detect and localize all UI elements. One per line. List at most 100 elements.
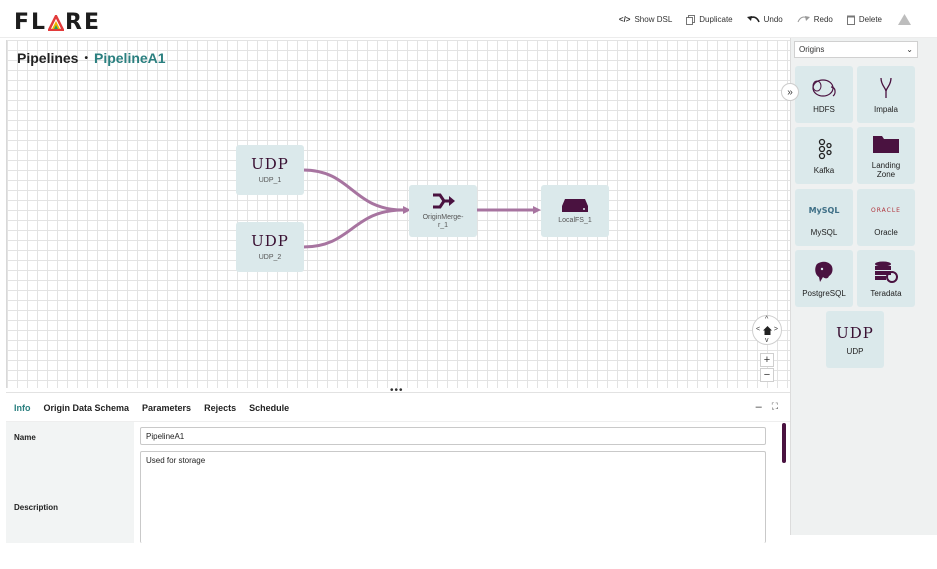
tab-schedule[interactable]: Schedule — [249, 403, 289, 423]
logo-text-right: RE — [65, 10, 102, 35]
description-label: Description — [14, 503, 59, 512]
show-dsl-label: Show DSL — [634, 15, 673, 24]
chevron-down-icon: ⌄ — [906, 45, 913, 54]
tile-oracle[interactable]: ORACLE Oracle — [857, 189, 915, 246]
tile-impala-label: Impala — [873, 104, 898, 114]
duplicate-button[interactable]: Duplicate — [686, 14, 733, 25]
node-origin-merger[interactable]: OriginMerge-r_1 — [409, 185, 477, 237]
description-field[interactable]: Used for storage — [140, 451, 766, 543]
tile-postgresql-label: PostgreSQL — [802, 288, 846, 298]
code-icon: </> — [618, 15, 631, 24]
node-origin-merger-label: OriginMerge-r_1 — [422, 214, 464, 229]
tab-origin-data-schema[interactable]: Origin Data Schema — [44, 403, 130, 423]
tile-impala[interactable]: Impala — [857, 66, 915, 123]
tile-postgresql[interactable]: PostgreSQL — [795, 250, 853, 307]
edge-udp1-merge — [302, 168, 404, 212]
impala-antler-icon — [878, 76, 894, 100]
panel-controls: – ⛶ — [756, 401, 778, 413]
postgresql-elephant-icon — [813, 260, 835, 284]
panel-scrollbar[interactable] — [782, 423, 786, 463]
tile-kafka-label: Kafka — [813, 165, 835, 175]
tab-parameters[interactable]: Parameters — [142, 403, 191, 423]
node-localfs-1[interactable]: LocalFS_1 — [541, 185, 609, 237]
zoom-out-button[interactable]: − — [760, 368, 774, 382]
pan-left-icon[interactable]: < — [756, 326, 760, 333]
mysql-logo-text: MySQL — [808, 206, 840, 215]
show-dsl-button[interactable]: </> Show DSL — [619, 15, 672, 24]
tile-teradata[interactable]: Teradata — [857, 250, 915, 307]
server-icon — [562, 199, 588, 212]
undo-button[interactable]: Undo — [746, 15, 783, 24]
redo-icon — [797, 15, 810, 22]
node-localfs-1-label: LocalFS_1 — [558, 217, 592, 224]
node-udp-2[interactable]: UDP UDP_2 — [236, 222, 304, 272]
node-udp-2-label: UDP_2 — [258, 254, 282, 261]
tile-oracle-label: Oracle — [874, 227, 898, 237]
pipeline-canvas[interactable]: Pipelines • PipelineA1 UDP UDP_1 UDP UDP… — [6, 40, 790, 388]
minimize-icon[interactable]: – — [756, 401, 762, 413]
tile-udp-label: UDP — [846, 346, 864, 356]
trash-icon — [846, 15, 855, 25]
node-udp-1[interactable]: UDP UDP_1 — [236, 145, 304, 195]
tile-kafka[interactable]: Kafka — [795, 127, 853, 184]
mysql-logo-icon: MySQL — [809, 199, 840, 223]
pan-down-icon[interactable]: v — [765, 337, 769, 344]
kafka-icon — [816, 137, 832, 161]
node-udp-1-title: UDP — [251, 155, 289, 173]
tile-udp-title: UDP — [836, 323, 874, 342]
pipeline-edges — [302, 168, 541, 249]
oracle-logo-text: ORACLE — [871, 207, 901, 214]
logo-text-left: FL — [14, 10, 48, 35]
elephant-icon — [809, 76, 839, 100]
pan-right-icon[interactable]: > — [774, 326, 778, 333]
breadcrumb-pipelines-link[interactable]: Pipelines — [17, 50, 78, 66]
tab-rejects[interactable]: Rejects — [204, 403, 236, 423]
component-palette: Origins ⌄ HDFS Impala Kafka Landing Zone… — [790, 38, 937, 535]
tile-hdfs-label: HDFS — [813, 104, 835, 114]
properties-panel: Info Origin Data Schema Parameters Rejec… — [6, 392, 790, 543]
edge-localfs-arrow — [533, 206, 541, 214]
home-icon[interactable] — [762, 325, 772, 335]
flare-logo[interactable]: FL RE — [14, 10, 101, 35]
folder-icon — [872, 132, 900, 156]
delete-button[interactable]: Delete — [846, 15, 882, 25]
pan-up-icon[interactable]: ^ — [765, 316, 768, 323]
duplicate-label: Duplicate — [699, 15, 733, 24]
delete-label: Delete — [858, 15, 882, 24]
properties-tabs: Info Origin Data Schema Parameters Rejec… — [14, 403, 289, 423]
tile-hdfs[interactable]: HDFS — [795, 66, 853, 123]
tile-mysql[interactable]: MySQL MySQL — [795, 189, 853, 246]
toolbar: </> Show DSL Duplicate Undo Redo Delete — [619, 14, 911, 25]
canvas-pan-control: ^ v < > — [752, 315, 782, 345]
tab-info[interactable]: Info — [14, 403, 31, 423]
name-field[interactable] — [140, 427, 766, 445]
tile-teradata-label: Teradata — [870, 288, 902, 298]
breadcrumb-current: PipelineA1 — [93, 50, 166, 66]
redo-button[interactable]: Redo — [797, 15, 833, 24]
edge-udp2-merge — [302, 208, 404, 249]
breadcrumb-separator: • — [84, 52, 88, 64]
palette-category-select[interactable]: Origins ⌄ — [794, 41, 918, 58]
node-udp-1-label: UDP_1 — [258, 177, 282, 184]
expand-icon[interactable]: ⛶ — [772, 401, 778, 413]
merge-icon — [433, 193, 455, 209]
database-sync-icon — [874, 260, 898, 284]
zoom-in-button[interactable]: + — [760, 353, 774, 367]
oracle-logo-icon: ORACLE — [871, 199, 901, 223]
app-root: FL RE </> Show DSL Duplicate Undo Redo D… — [0, 0, 937, 569]
warning-icon[interactable] — [898, 14, 911, 25]
header: FL RE </> Show DSL Duplicate Undo Redo D… — [0, 0, 937, 38]
undo-label: Undo — [763, 15, 783, 24]
breadcrumb: Pipelines • PipelineA1 — [17, 50, 166, 66]
name-label: Name — [14, 433, 36, 442]
palette-category-value: Origins — [799, 45, 825, 54]
tile-landing-zone[interactable]: Landing Zone — [857, 127, 915, 184]
collapse-sidebar-button[interactable]: » — [781, 83, 799, 101]
undo-icon — [746, 15, 760, 22]
tile-landing-zone-label: Landing Zone — [871, 161, 901, 179]
tile-mysql-label: MySQL — [810, 227, 838, 237]
node-udp-2-title: UDP — [251, 232, 289, 250]
logo-triangle-icon — [48, 14, 65, 31]
redo-label: Redo — [813, 15, 833, 24]
tile-udp[interactable]: UDP UDP — [826, 311, 884, 368]
